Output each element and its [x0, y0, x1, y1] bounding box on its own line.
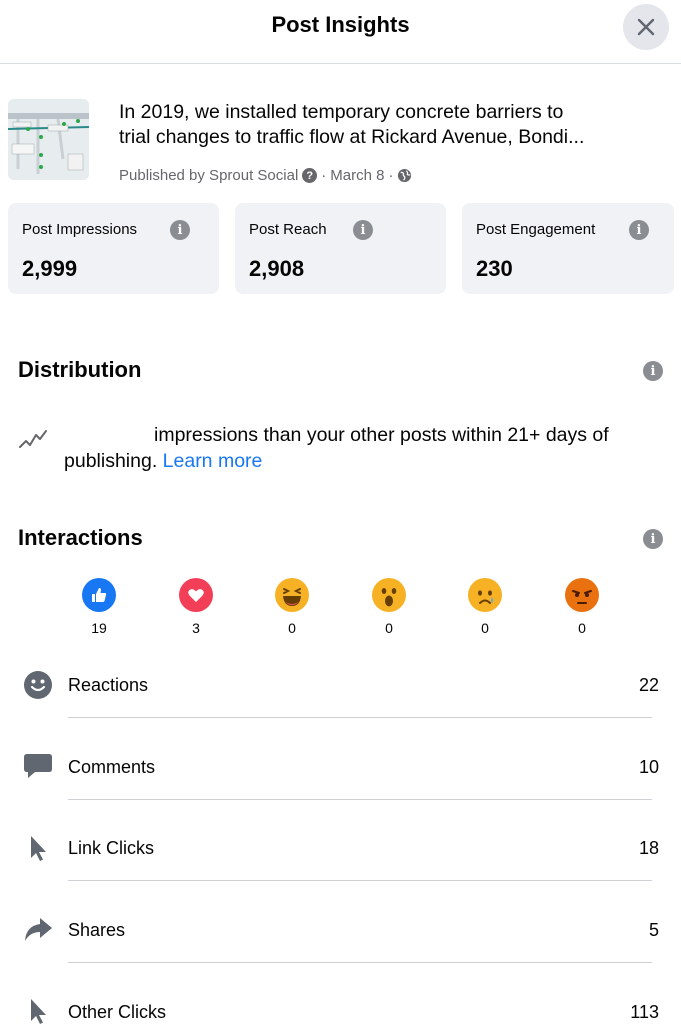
other-clicks-label: Other Clicks — [68, 1002, 167, 1022]
question-icon[interactable]: ? — [302, 168, 318, 183]
love-icon — [179, 578, 213, 612]
post-text-line-2: trial changes to traffic flow at Rickard… — [119, 126, 585, 148]
other-clicks-value: 113 — [630, 1002, 659, 1022]
post-date[interactable]: March 8 — [330, 167, 384, 184]
header-divider — [0, 63, 681, 64]
angry-count: 0 — [578, 620, 586, 636]
info-icon[interactable]: i — [629, 220, 649, 240]
info-icon[interactable]: i — [353, 220, 373, 240]
stat-label: Post Impressions — [22, 221, 138, 238]
stat-value: 230 — [476, 256, 513, 281]
wow-icon — [372, 578, 406, 612]
link-clicks-label: Link Clicks — [68, 838, 155, 858]
like-icon — [82, 578, 116, 612]
love-count: 3 — [192, 620, 200, 636]
page-title: Post Insights — [271, 12, 410, 37]
reactions-label: Reactions — [68, 675, 149, 695]
link-clicks-value: 18 — [638, 838, 659, 858]
sad-count: 0 — [481, 620, 489, 636]
post-text: In 2019, we installed temporary concrete… — [119, 100, 664, 150]
globe-icon — [398, 168, 412, 183]
cursor-icon — [22, 832, 54, 864]
angry-icon — [565, 578, 599, 612]
published-by: Published by Sprout Social — [119, 167, 299, 184]
row-divider — [68, 880, 652, 881]
shares-value: 5 — [648, 920, 659, 940]
haha-icon — [275, 578, 309, 612]
stat-card-impressions: Post Impressions i 2,999 — [8, 203, 219, 294]
trend-icon — [19, 430, 47, 448]
distribution-description: impressions than your other posts within… — [64, 424, 609, 472]
comments-value: 10 — [638, 757, 659, 777]
stat-value: 2,908 — [249, 256, 305, 281]
row-divider — [68, 717, 652, 718]
distribution-title: Distribution — [18, 357, 142, 382]
meta-separator: · — [321, 167, 327, 184]
interactions-title: Interactions — [18, 525, 143, 550]
distribution-text: impressions than your other posts within… — [64, 422, 664, 474]
wow-count: 0 — [385, 620, 393, 636]
learn-more-link[interactable]: Learn more — [163, 450, 263, 472]
close-button[interactable] — [623, 4, 669, 50]
distribution-info-icon[interactable]: i — [643, 361, 663, 381]
map-thumbnail-image — [8, 99, 89, 180]
post-text-line-1: In 2019, we installed temporary concrete… — [119, 101, 564, 123]
meta-separator-2: · — [388, 167, 394, 184]
info-icon[interactable]: i — [170, 220, 190, 240]
row-divider — [68, 799, 652, 800]
post-thumbnail[interactable] — [8, 99, 89, 180]
stat-card-reach: Post Reach i 2,908 — [235, 203, 446, 294]
row-divider — [68, 962, 652, 963]
stat-label: Post Engagement — [476, 221, 596, 238]
interactions-info-icon[interactable]: i — [643, 529, 663, 549]
close-icon — [637, 18, 655, 36]
comments-label: Comments — [68, 757, 156, 777]
cursor-icon — [22, 995, 54, 1027]
like-count: 19 — [91, 620, 107, 636]
stat-card-engagement: Post Engagement i 230 — [462, 203, 674, 294]
shares-label: Shares — [68, 920, 126, 940]
sad-icon — [468, 578, 502, 612]
comment-icon — [22, 750, 54, 782]
stat-label: Post Reach — [249, 221, 327, 238]
post-meta: Published by Sprout Social ? · March 8 · — [119, 167, 412, 184]
share-icon — [22, 913, 54, 945]
reactions-value: 22 — [638, 675, 659, 695]
smiley-icon — [22, 669, 54, 701]
stat-value: 2,999 — [22, 256, 78, 281]
haha-count: 0 — [288, 620, 296, 636]
